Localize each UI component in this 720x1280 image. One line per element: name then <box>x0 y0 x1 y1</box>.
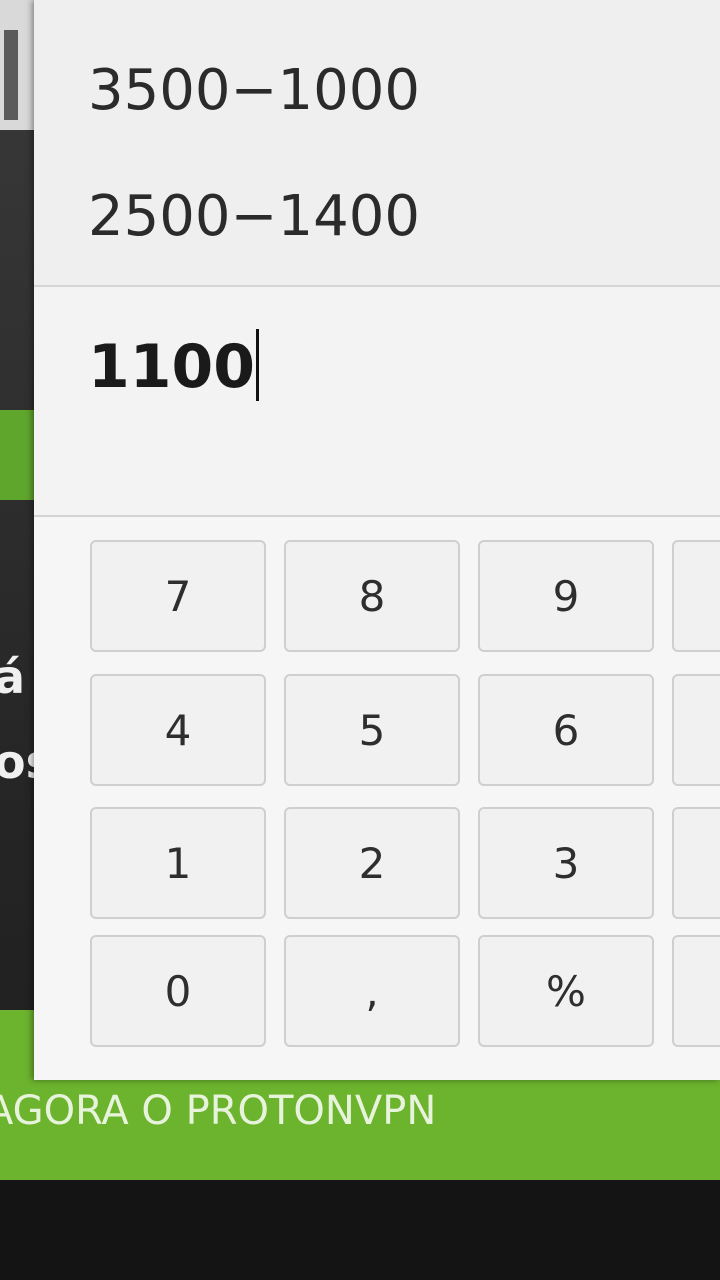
key-percent[interactable]: % <box>478 935 654 1047</box>
key-decimal-separator[interactable]: , <box>284 935 460 1047</box>
key-7[interactable]: 7 <box>90 540 266 652</box>
text-cursor <box>256 329 259 401</box>
calculator-popup: 3500−1000 2500−1400 1100 7 8 9 4 5 6 1 2… <box>34 0 720 1080</box>
background-bottom-strip <box>0 1180 720 1280</box>
background-toolbar-mark <box>4 30 18 120</box>
key-8[interactable]: 8 <box>284 540 460 652</box>
background-text-line-1: á <box>0 650 26 704</box>
key-operator-partial[interactable] <box>672 674 720 786</box>
key-operator-partial[interactable] <box>672 807 720 919</box>
promo-banner-text: AGORA O PROTONVPN <box>0 1088 437 1134</box>
keypad: 7 8 9 4 5 6 1 2 3 0 , % <box>34 517 720 1080</box>
key-5[interactable]: 5 <box>284 674 460 786</box>
key-operator-partial[interactable] <box>672 935 720 1047</box>
calculation-history: 3500−1000 2500−1400 <box>34 0 720 287</box>
key-operator-partial[interactable] <box>672 540 720 652</box>
history-entry[interactable]: 2500−1400 <box>88 184 420 249</box>
history-entry[interactable]: 3500−1000 <box>88 58 420 123</box>
key-2[interactable]: 2 <box>284 807 460 919</box>
key-3[interactable]: 3 <box>478 807 654 919</box>
input-value: 1100 <box>88 329 259 402</box>
key-9[interactable]: 9 <box>478 540 654 652</box>
key-1[interactable]: 1 <box>90 807 266 919</box>
key-6[interactable]: 6 <box>478 674 654 786</box>
key-4[interactable]: 4 <box>90 674 266 786</box>
key-0[interactable]: 0 <box>90 935 266 1047</box>
calculator-input[interactable]: 1100 <box>34 287 720 517</box>
input-value-text: 1100 <box>88 332 255 402</box>
